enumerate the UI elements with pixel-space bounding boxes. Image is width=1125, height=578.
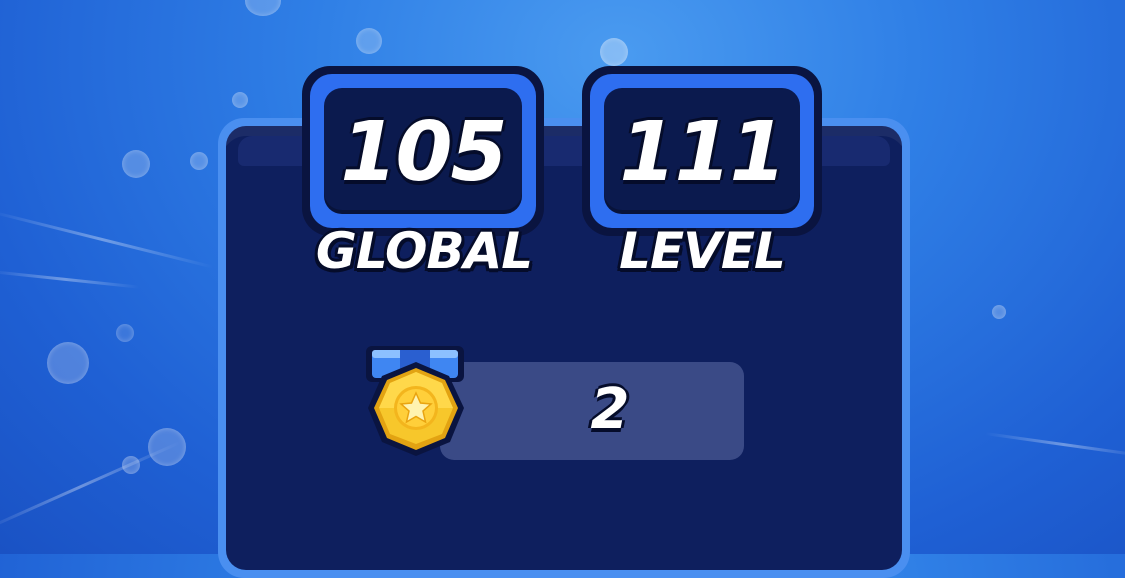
bubble — [116, 324, 134, 342]
global-label: GLOBAL — [315, 222, 533, 280]
bubble — [190, 152, 208, 170]
medal-count: 2 — [590, 377, 630, 442]
gold-star-medal-icon — [366, 346, 464, 456]
level-badge: 111 — [582, 66, 822, 236]
bubble — [232, 92, 248, 108]
bubble — [600, 38, 628, 66]
light-streak — [0, 210, 214, 269]
light-streak — [0, 270, 140, 289]
level-label: LEVEL — [619, 222, 786, 280]
global-rank-value: 105 — [340, 105, 507, 200]
level-value: 111 — [619, 105, 786, 200]
bubble — [122, 456, 140, 474]
bubble — [47, 342, 89, 384]
bubble — [122, 150, 150, 178]
bubble — [148, 428, 186, 466]
bubble — [992, 305, 1006, 319]
global-rank-badge: 105 — [302, 66, 544, 236]
light-streak — [984, 432, 1125, 458]
medal-count-bar: 2 — [440, 362, 744, 460]
bubble — [245, 0, 281, 16]
bubble — [356, 28, 382, 54]
